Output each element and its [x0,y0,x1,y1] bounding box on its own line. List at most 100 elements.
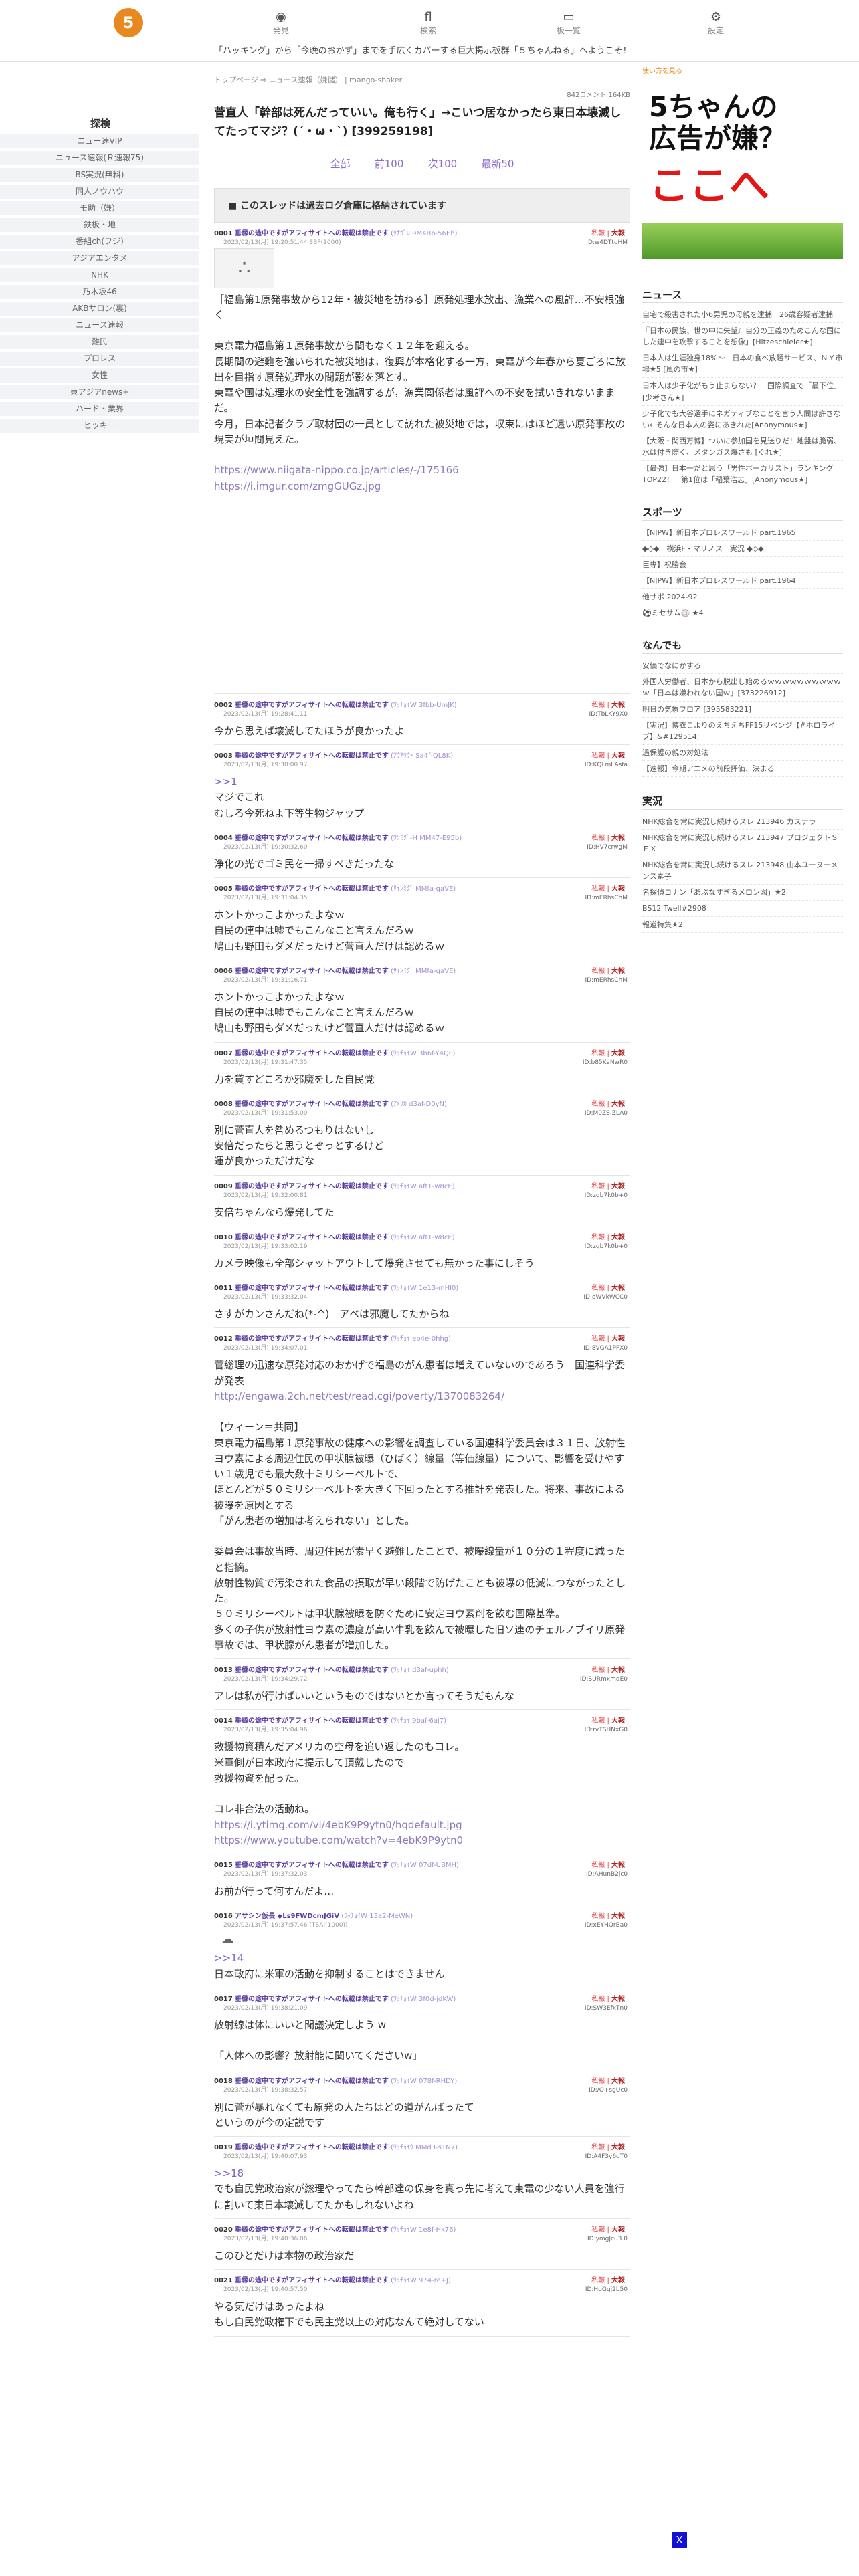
post-id[interactable]: ID:M0ZS.ZLA0 [585,1109,628,1118]
post-id[interactable]: ID:mERhsChM [585,976,628,985]
report-private-link[interactable]: 私報 [591,885,605,893]
misc-item-link[interactable]: 明日の気象フロア [395583221] [642,702,843,718]
post-link[interactable]: https://i.ytimg.com/vi/4ebK9P9ytn0/hqdef… [214,1818,630,1833]
nav-discover[interactable]: ◉ 発見 [254,9,308,37]
news-item-link[interactable]: 日本人は生涯独身18%〜 日本の食べ放題サービス、ＮＹ市場★5 [風の市★] [642,350,843,379]
report-private-link[interactable]: 私報 [591,1913,605,1920]
misc-item-link[interactable]: 外国人労働者、日本から脱出し始めるｗｗｗｗｗｗｗｗｗｗｗ「日本は嫌われない国ｗ」… [642,674,843,702]
sports-item-link[interactable]: 【NJPW】新日本プロレスワールド part.1964 [642,573,843,589]
sidebar-category-item[interactable]: ニュース速報(Ｒ速報75) [0,150,199,165]
report-private-link[interactable]: 私報 [591,702,605,709]
report-private-link[interactable]: 私報 [591,230,605,237]
post-number[interactable]: 0016 [214,1913,233,1920]
post-thumbnail-image[interactable]: ∴ [214,247,274,288]
post-number[interactable]: 0002 [214,702,233,709]
sports-item-link[interactable]: ◆◇◆ 横浜F・マリノス 実況 ◆◇◆ [642,541,843,557]
post-number[interactable]: 0004 [214,835,233,842]
post-thumbnail-image[interactable]: ☁ [214,1931,241,1947]
live-item-link[interactable]: NHK総合を常に実況し続けるスレ 213948 山本ユーヌーメンス素子 [642,857,843,885]
report-public-link[interactable]: 大報 [611,1101,625,1108]
sidebar-category-item[interactable]: プロレス [0,351,199,366]
post-id[interactable]: ID:b85KaNwR0 [583,1059,628,1067]
close-overlay-button[interactable]: X [672,2532,687,2548]
report-public-link[interactable]: 大報 [611,1234,625,1241]
report-public-link[interactable]: 大報 [611,702,625,709]
post-id[interactable]: ID:/O+sgUc0 [589,2086,628,2095]
post-id[interactable]: ID:KQLmLAsfa [585,761,628,770]
sidebar-category-item[interactable]: AKBサロン(裏) [0,301,199,316]
ad-banner[interactable]: 5ちゃんの 広告が嫌？ ここへ [642,79,843,259]
live-item-link[interactable]: 名探偵コナン「あぶなすぎるメロン図」★2 [642,885,843,901]
sidebar-category-item[interactable]: ニュース速報 [0,318,199,332]
post-id[interactable]: ID:TbLKY9X0 [589,710,628,719]
post-number[interactable]: 0014 [214,1717,233,1725]
post-anchor-link[interactable]: >>18 [214,2166,630,2181]
news-item-link[interactable]: 『日本の民族、世の中に失望』自分の正義のためこんな国にした連中を攻撃することを想… [642,323,843,351]
report-public-link[interactable]: 大報 [611,835,625,842]
live-item-link[interactable]: 報道特集★2 [642,917,843,934]
breadcrumb-board[interactable]: ニュース速報（嫌儲） [269,76,342,84]
sidebar-category-item[interactable]: 鉄板・地 [0,217,199,232]
post-number[interactable]: 0008 [214,1101,233,1108]
sidebar-category-item[interactable]: モ助（嫌） [0,201,199,215]
news-item-link[interactable]: 【大阪・関西万博】ついに参加国を見送りだ！地盤は脆弱、水は付き際く、メタンガス爆… [642,433,843,461]
post-id[interactable]: ID:xEYHQrBa0 [585,1921,628,1930]
breadcrumb-server[interactable]: mango-shaker [349,76,402,84]
post-number[interactable]: 0005 [214,885,233,893]
post-number[interactable]: 0001 [214,230,233,237]
post-id[interactable]: ID:HgGgj2b50 [585,2286,628,2294]
report-private-link[interactable]: 私報 [591,968,605,975]
post-link[interactable]: http://engawa.2ch.net/test/read.cgi/pove… [214,1389,630,1404]
live-item-link[interactable]: NHK総合を常に実況し続けるスレ 213947 プロジェクトＳＥＸ [642,830,843,857]
report-private-link[interactable]: 私報 [591,2277,605,2284]
report-public-link[interactable]: 大報 [611,1285,625,1292]
report-private-link[interactable]: 私報 [591,2144,605,2151]
report-public-link[interactable]: 大報 [611,2078,625,2085]
report-public-link[interactable]: 大報 [611,1717,625,1725]
post-anchor-link[interactable]: >>14 [214,1951,630,1966]
post-id[interactable]: ID:oWVkWCC0 [583,1293,628,1302]
post-link[interactable]: https://www.niigata-nippo.co.jp/articles… [214,463,630,478]
sidebar-category-item[interactable]: ヒッキー [0,418,199,433]
site-logo[interactable]: 5 [114,8,143,37]
jump-next100[interactable]: 次100 [428,158,458,170]
report-public-link[interactable]: 大報 [611,2226,625,2234]
report-public-link[interactable]: 大報 [611,752,625,760]
nav-search[interactable]: fl 検索 [401,9,455,37]
jump-all[interactable]: 全部 [330,158,351,170]
report-public-link[interactable]: 大報 [611,1913,625,1920]
post-number[interactable]: 0021 [214,2277,233,2284]
nav-settings[interactable]: ⚙ 設定 [689,9,743,37]
jump-prev100[interactable]: 前100 [375,158,404,170]
post-number[interactable]: 0015 [214,1862,233,1869]
report-private-link[interactable]: 私報 [591,835,605,842]
sidebar-category-item[interactable]: 番組ch(フジ) [0,234,199,249]
report-private-link[interactable]: 私報 [591,1862,605,1869]
report-private-link[interactable]: 私報 [591,1667,605,1674]
report-public-link[interactable]: 大報 [611,885,625,893]
sports-item-link[interactable]: 巨専】祝勝会 [642,557,843,573]
sidebar-category-item[interactable]: BS実況(無料) [0,167,199,182]
post-number[interactable]: 0006 [214,968,233,975]
post-number[interactable]: 0010 [214,1234,233,1241]
report-public-link[interactable]: 大報 [611,2144,625,2151]
sidebar-category-item[interactable]: NHK [0,267,199,282]
post-id[interactable]: ID:8VGA1PFX0 [583,1344,628,1353]
post-id[interactable]: ID:SW3EfxTn0 [585,2004,628,2013]
news-item-link[interactable]: 少子化でも大谷選手にネガティブなことを言う人間は許さない←そんな日本人の姿にあき… [642,406,843,433]
sidebar-category-item[interactable]: ハード・業界 [0,401,199,416]
report-private-link[interactable]: 私報 [591,1996,605,2003]
post-number[interactable]: 0003 [214,752,233,760]
news-item-link[interactable]: 日本人は少子化がもう止まらない？ 国際調査で「最下位」[少考さん★] [642,378,843,406]
post-id[interactable]: ID:mERhsChM [585,894,628,903]
sports-item-link[interactable]: 他サポ 2024-92 [642,589,843,605]
post-number[interactable]: 0009 [214,1183,233,1190]
misc-item-link[interactable]: 安価でなにかする [642,658,843,674]
post-number[interactable]: 0018 [214,2078,233,2085]
report-private-link[interactable]: 私報 [591,1234,605,1241]
report-public-link[interactable]: 大報 [611,1862,625,1869]
report-private-link[interactable]: 私報 [591,1717,605,1725]
post-number[interactable]: 0020 [214,2226,233,2234]
sports-item-link[interactable]: ⚽ミセサム🏐 ★4 [642,605,843,621]
ad-tag[interactable]: 使い方を見る [642,67,843,77]
